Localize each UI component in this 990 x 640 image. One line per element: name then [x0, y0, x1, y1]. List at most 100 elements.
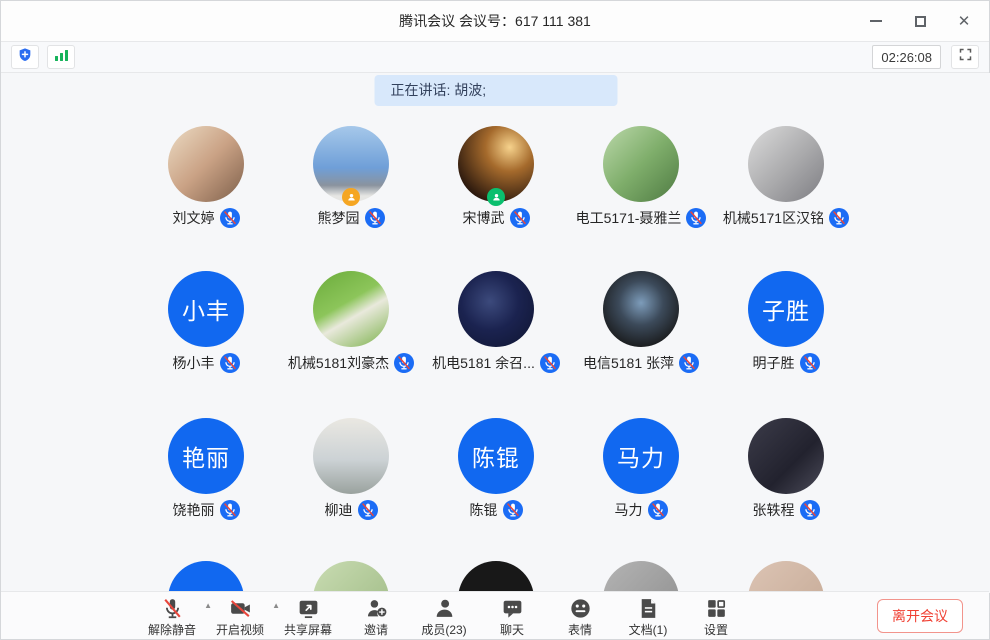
- participant-avatar[interactable]: [458, 126, 534, 202]
- participant-name-row: 陈锟: [424, 500, 569, 520]
- shield-health-icon: [17, 47, 33, 68]
- participant-tile[interactable]: 张轶程: [714, 418, 859, 520]
- participant-avatar[interactable]: [603, 126, 679, 202]
- maximize-button[interactable]: [905, 7, 935, 35]
- participant-tile-partial[interactable]: [134, 561, 279, 593]
- participant-name-row: 明子胜: [714, 353, 859, 373]
- participant-name-row: 电信5181 张萍: [569, 353, 714, 373]
- toolbar-docs-label: 文档(1): [629, 621, 668, 638]
- toolbar-members-button[interactable]: 成员(23): [413, 592, 475, 639]
- muted-mic-icon[interactable]: [679, 353, 699, 373]
- toolbar-invite-button[interactable]: 邀请: [345, 592, 407, 639]
- participant-avatar[interactable]: [603, 561, 679, 593]
- participant-tile-partial[interactable]: [569, 561, 714, 593]
- close-icon: ✕: [958, 14, 971, 29]
- participant-tile[interactable]: 马力马力: [569, 418, 714, 520]
- muted-mic-icon[interactable]: [503, 500, 523, 520]
- participant-avatar[interactable]: [748, 126, 824, 202]
- speaking-banner: 正在讲话: 胡波;: [375, 75, 618, 106]
- window-title: 腾讯会议 会议号：617 111 381: [399, 11, 591, 31]
- leave-meeting-button[interactable]: 离开会议: [877, 599, 963, 633]
- participants-area: 正在讲话: 胡波; 刘文婷 熊梦园 宋博武电工5171-聂雅兰 机械5171区汉铭小丰…: [1, 73, 990, 593]
- participant-avatar[interactable]: [313, 271, 389, 347]
- participant-avatar[interactable]: 小丰: [168, 271, 244, 347]
- muted-mic-icon[interactable]: [220, 353, 240, 373]
- fullscreen-icon: [958, 47, 973, 67]
- participant-tile[interactable]: 熊梦园: [279, 126, 424, 228]
- participant-tile[interactable]: 子胜明子胜: [714, 271, 859, 373]
- participant-tile-partial[interactable]: [424, 561, 569, 593]
- participant-tile[interactable]: 电工5171-聂雅兰: [569, 126, 714, 228]
- participant-avatar[interactable]: [313, 126, 389, 202]
- toolbar-docs-button[interactable]: 文档(1): [617, 592, 679, 639]
- muted-mic-icon[interactable]: [648, 500, 668, 520]
- tencent-meeting-window: { "window": { "title": "腾讯会议 会议号：617 111…: [0, 0, 990, 640]
- muted-mic-icon[interactable]: [800, 500, 820, 520]
- participant-avatar[interactable]: [168, 561, 244, 593]
- avatar-initials: 马力: [603, 418, 679, 494]
- toolbar-start-video-button[interactable]: 开启视频▲: [209, 592, 271, 639]
- participant-name: 机械5181刘豪杰: [288, 353, 389, 373]
- maximize-icon: [915, 16, 926, 27]
- participant-avatar[interactable]: [748, 561, 824, 593]
- emoji-icon: [568, 596, 593, 620]
- muted-mic-icon[interactable]: [394, 353, 414, 373]
- participant-avatar[interactable]: [458, 271, 534, 347]
- toolbar-share-screen-label: 共享屏幕: [284, 621, 332, 638]
- participant-tile[interactable]: 刘文婷: [134, 126, 279, 228]
- participant-avatar[interactable]: [168, 126, 244, 202]
- participant-avatar[interactable]: 子胜: [748, 271, 824, 347]
- muted-mic-icon[interactable]: [220, 500, 240, 520]
- network-signal-button[interactable]: [47, 45, 75, 69]
- participant-tile[interactable]: 机电5181 余召...: [424, 271, 569, 373]
- participant-avatar[interactable]: 马力: [603, 418, 679, 494]
- muted-mic-icon[interactable]: [220, 208, 240, 228]
- muted-mic-icon[interactable]: [358, 500, 378, 520]
- toolbar-share-screen-button[interactable]: 共享屏幕: [277, 592, 339, 639]
- toolbar-settings-button[interactable]: 设置: [685, 592, 747, 639]
- participant-tile-partial[interactable]: [714, 561, 859, 593]
- status-bar: 02:26:08: [1, 41, 989, 73]
- toolbar-emoji-label: 表情: [568, 621, 592, 638]
- toolbar-unmute-button[interactable]: 解除静音▲: [141, 592, 203, 639]
- participant-name: 电工5171-聂雅兰: [576, 208, 682, 228]
- participant-tile[interactable]: 机械5171区汉铭: [714, 126, 859, 228]
- muted-mic-icon[interactable]: [510, 208, 530, 228]
- muted-mic-icon[interactable]: [365, 208, 385, 228]
- close-button[interactable]: ✕: [949, 7, 979, 35]
- participant-avatar[interactable]: 陈锟: [458, 418, 534, 494]
- participant-tile[interactable]: 艳丽饶艳丽: [134, 418, 279, 520]
- toolbar-unmute-label: 解除静音: [148, 621, 196, 638]
- participant-tile[interactable]: 陈锟陈锟: [424, 418, 569, 520]
- participant-avatar[interactable]: [603, 271, 679, 347]
- toolbar-invite-label: 邀请: [364, 621, 388, 638]
- host-badge-icon: [342, 188, 360, 206]
- participant-tile[interactable]: 柳迪: [279, 418, 424, 520]
- participant-name-row: 刘文婷: [134, 208, 279, 228]
- toolbar-chat-button[interactable]: 聊天: [481, 592, 543, 639]
- toolbar-emoji-button[interactable]: 表情: [549, 592, 611, 639]
- participant-name-row: 饶艳丽: [134, 500, 279, 520]
- share-screen-icon: [296, 596, 321, 620]
- muted-mic-icon[interactable]: [800, 353, 820, 373]
- camera-off-icon: [228, 596, 253, 620]
- muted-mic-icon[interactable]: [829, 208, 849, 228]
- participant-name: 熊梦园: [318, 208, 360, 228]
- participant-avatar[interactable]: [313, 561, 389, 593]
- participant-name: 杨小丰: [173, 353, 215, 373]
- participant-avatar[interactable]: [313, 418, 389, 494]
- participant-tile[interactable]: 电信5181 张萍: [569, 271, 714, 373]
- participant-tile-partial[interactable]: [279, 561, 424, 593]
- participant-name-row: 机械5171区汉铭: [714, 208, 859, 228]
- minimize-button[interactable]: [861, 7, 891, 35]
- participant-tile[interactable]: 机械5181刘豪杰: [279, 271, 424, 373]
- meeting-health-button[interactable]: [11, 45, 39, 69]
- participant-avatar[interactable]: 艳丽: [168, 418, 244, 494]
- muted-mic-icon[interactable]: [540, 353, 560, 373]
- participant-avatar[interactable]: [458, 561, 534, 593]
- muted-mic-icon[interactable]: [686, 208, 706, 228]
- participant-avatar[interactable]: [748, 418, 824, 494]
- participant-tile[interactable]: 小丰杨小丰: [134, 271, 279, 373]
- participant-tile[interactable]: 宋博武: [424, 126, 569, 228]
- fullscreen-button[interactable]: [951, 45, 979, 69]
